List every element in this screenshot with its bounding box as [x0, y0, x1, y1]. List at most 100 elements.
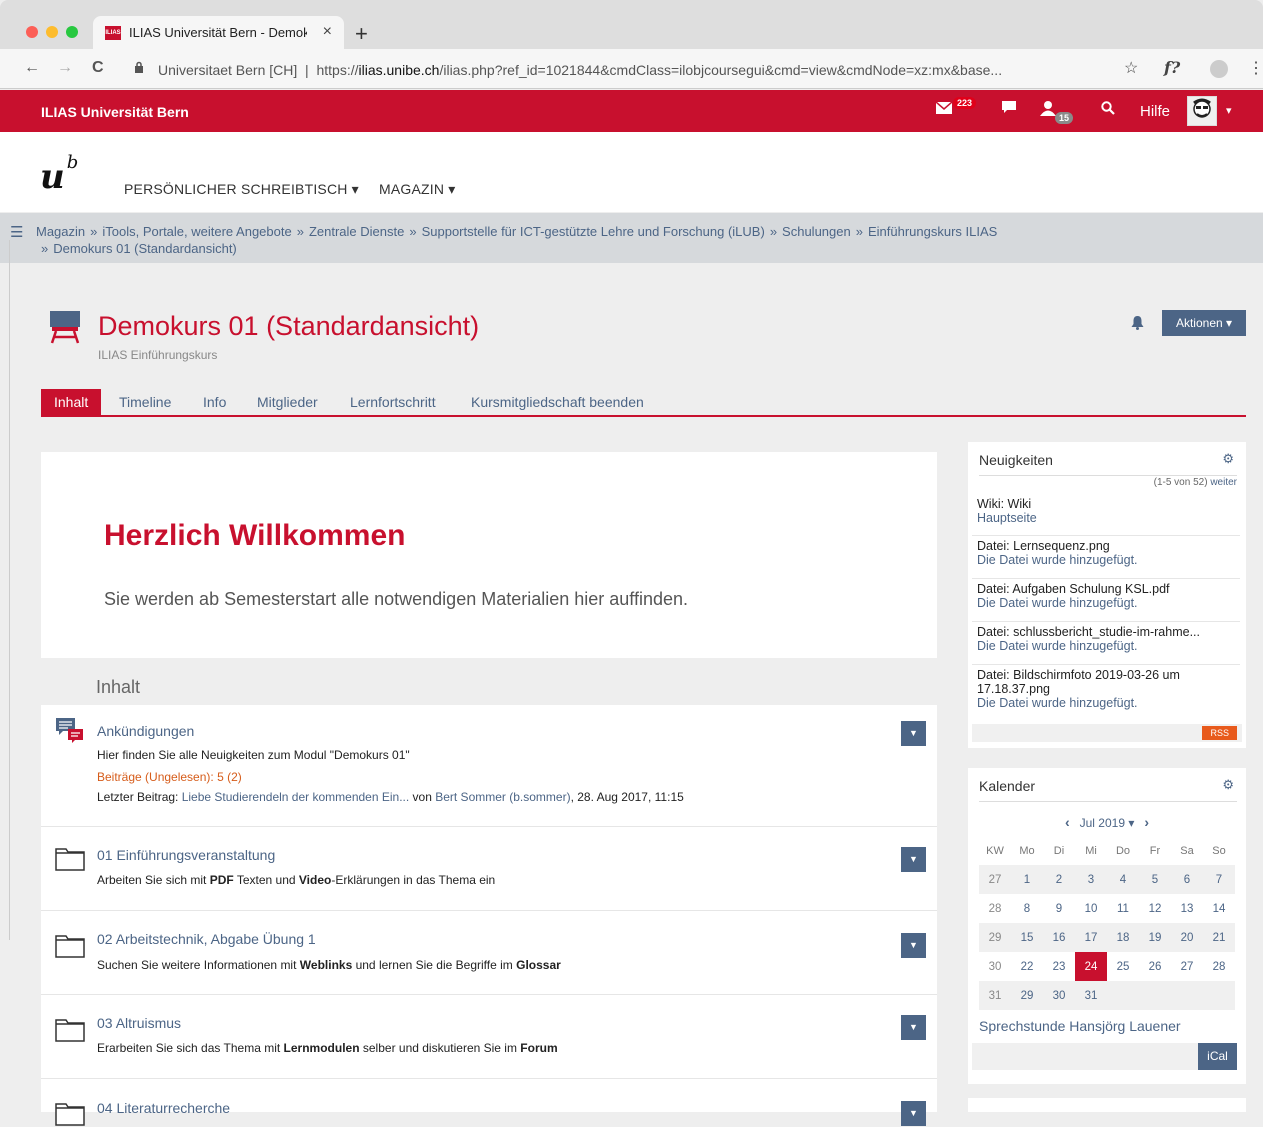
gear-icon[interactable]: ⚙ — [1222, 777, 1234, 793]
calendar-day[interactable]: 5 — [1139, 865, 1171, 894]
calendar-day[interactable]: 15 — [1011, 923, 1043, 952]
calendar-day[interactable]: 1 — [1011, 865, 1043, 894]
reload-icon[interactable]: C — [92, 59, 104, 77]
calendar-day[interactable]: 18 — [1107, 923, 1139, 952]
news-item-text[interactable]: Die Datei wurde hinzugefügt. — [972, 596, 1240, 610]
news-more-link[interactable]: weiter — [1210, 477, 1237, 488]
item-title[interactable]: 02 Arbeitstechnik, Abgabe Übung 1 — [97, 931, 316, 947]
item-actions-button[interactable]: ▼ — [901, 933, 926, 958]
tab-close-icon[interactable]: × — [323, 23, 332, 41]
calendar-day[interactable]: 23 — [1043, 952, 1075, 981]
bookmark-star-icon[interactable]: ☆ — [1124, 58, 1138, 78]
item-title[interactable]: Ankündigungen — [97, 723, 194, 739]
browser-menu-icon[interactable]: ⋮ — [1248, 58, 1263, 78]
calendar-day[interactable]: 29 — [1011, 981, 1043, 1010]
back-icon[interactable]: ← — [24, 59, 40, 77]
nav-personal-desktop[interactable]: PERSÖNLICHER SCHREIBTISCH ▾ — [124, 181, 359, 198]
new-tab-icon[interactable]: + — [355, 21, 368, 47]
item-actions-button[interactable]: ▼ — [901, 847, 926, 872]
calendar-day[interactable]: 11 — [1107, 894, 1139, 923]
tab-kursmitgliedschaft-beenden[interactable]: Kursmitgliedschaft beenden — [458, 389, 657, 415]
last-post-link[interactable]: Liebe Studierendeln der kommenden Ein... — [182, 790, 409, 804]
calendar-day[interactable]: 27 — [1171, 952, 1203, 981]
item-title[interactable]: 03 Altruismus — [97, 1015, 181, 1031]
item-title[interactable]: 04 Literaturrecherche — [97, 1100, 230, 1116]
chevron-left-icon[interactable]: ‹ — [1065, 814, 1070, 830]
item-actions-button[interactable]: ▼ — [901, 721, 926, 746]
breadcrumb-item[interactable]: Supportstelle für ICT-gestützte Lehre un… — [422, 224, 765, 239]
calendar-day[interactable]: 24 — [1075, 952, 1107, 981]
breadcrumb-item[interactable]: Einführungskurs ILIAS — [868, 224, 997, 239]
calendar-day[interactable]: 12 — [1139, 894, 1171, 923]
mail-icon[interactable] — [935, 101, 953, 118]
breadcrumb-item-current[interactable]: Demokurs 01 (Standardansicht) — [53, 241, 237, 256]
news-item-text[interactable]: Die Datei wurde hinzugefügt. — [972, 639, 1240, 653]
tab-mitglieder[interactable]: Mitglieder — [244, 389, 331, 415]
tab-timeline[interactable]: Timeline — [106, 389, 184, 415]
calendar-day[interactable]: 6 — [1171, 865, 1203, 894]
calendar-day[interactable]: 31 — [1075, 981, 1107, 1010]
calendar-day[interactable]: 16 — [1043, 923, 1075, 952]
calendar-day[interactable]: 25 — [1107, 952, 1139, 981]
tab-inhalt[interactable]: Inhalt — [41, 389, 102, 415]
maximize-window-icon[interactable] — [66, 26, 78, 38]
calendar-day[interactable]: 17 — [1075, 923, 1107, 952]
nav-magazin[interactable]: MAGAZIN ▾ — [379, 181, 456, 198]
help-link[interactable]: Hilfe — [1140, 103, 1170, 120]
news-item[interactable]: Datei: schlussbericht_studie-im-rahme...… — [972, 625, 1240, 665]
calendar-day[interactable]: 20 — [1171, 923, 1203, 952]
calendar-day[interactable]: 4 — [1107, 865, 1139, 894]
forward-icon[interactable]: → — [57, 59, 73, 77]
calendar-day[interactable]: 9 — [1043, 894, 1075, 923]
calendar-event-link[interactable]: Sprechstunde Hansjörg Lauener — [979, 1018, 1181, 1034]
user-menu-chevron-icon[interactable]: ▾ — [1226, 104, 1232, 117]
profile-icon[interactable] — [1210, 60, 1228, 78]
calendar-day[interactable]: 13 — [1171, 894, 1203, 923]
avatar[interactable] — [1187, 96, 1217, 126]
gear-icon[interactable]: ⚙ — [1222, 451, 1234, 467]
breadcrumb-item[interactable]: Magazin — [36, 224, 85, 239]
notification-bell-icon[interactable] — [1130, 315, 1145, 330]
actions-dropdown-button[interactable]: Aktionen ▾ — [1162, 310, 1246, 336]
calendar-day[interactable]: 7 — [1203, 865, 1235, 894]
calendar-day[interactable]: 28 — [1203, 952, 1235, 981]
calendar-day[interactable]: 10 — [1075, 894, 1107, 923]
rss-button[interactable]: RSS — [1202, 726, 1237, 740]
url-field[interactable]: Universitaet Bern [CH] | https://ilias.u… — [120, 55, 1120, 83]
calendar-day[interactable]: 21 — [1203, 923, 1235, 952]
calendar-day[interactable]: 3 — [1075, 865, 1107, 894]
news-item[interactable]: Datei: Bildschirmfoto 2019-03-26 um 17.1… — [972, 668, 1240, 723]
unibe-logo[interactable]: ub — [40, 152, 78, 197]
calendar-day[interactable]: 8 — [1011, 894, 1043, 923]
contacts-icon[interactable] — [1040, 101, 1056, 120]
calendar-day[interactable]: 14 — [1203, 894, 1235, 923]
tab-info[interactable]: Info — [190, 389, 239, 415]
site-brand[interactable]: ILIAS Universität Bern — [41, 104, 189, 120]
news-item[interactable]: Datei: Aufgaben Schulung KSL.pdf Die Dat… — [972, 582, 1240, 622]
ical-button[interactable]: iCal — [1198, 1043, 1237, 1070]
breadcrumb-item[interactable]: iTools, Portale, weitere Angebote — [102, 224, 291, 239]
last-post-author[interactable]: Bert Sommer (b.sommer) — [435, 790, 570, 804]
minimize-window-icon[interactable] — [46, 26, 58, 38]
news-item[interactable]: Wiki: Wiki Hauptseite — [972, 497, 1240, 536]
news-item[interactable]: Datei: Lernsequenz.png Die Datei wurde h… — [972, 539, 1240, 579]
breadcrumb-item[interactable]: Schulungen — [782, 224, 851, 239]
browser-tab[interactable]: ILIAS ILIAS Universität Bern - Demok × — [93, 16, 344, 49]
calendar-day[interactable]: 30 — [1043, 981, 1075, 1010]
news-item-text[interactable]: Die Datei wurde hinzugefügt. — [972, 696, 1240, 710]
news-item-text[interactable]: Hauptseite — [972, 511, 1240, 525]
tab-lernfortschritt[interactable]: Lernfortschritt — [337, 389, 449, 415]
tree-view-icon[interactable]: ☰ — [10, 223, 23, 241]
calendar-day[interactable]: 2 — [1043, 865, 1075, 894]
calendar-day[interactable]: 19 — [1139, 923, 1171, 952]
chat-icon[interactable] — [1002, 101, 1016, 118]
close-window-icon[interactable] — [26, 26, 38, 38]
search-icon[interactable] — [1101, 101, 1115, 119]
month-selector[interactable]: Jul 2019 ▾ — [1080, 816, 1135, 830]
breadcrumb-item[interactable]: Zentrale Dienste — [309, 224, 404, 239]
extension-icon[interactable]: f? — [1164, 58, 1180, 77]
item-actions-button[interactable]: ▼ — [901, 1101, 926, 1126]
item-title[interactable]: 01 Einführungsveranstaltung — [97, 847, 275, 863]
calendar-day[interactable]: 22 — [1011, 952, 1043, 981]
item-actions-button[interactable]: ▼ — [901, 1015, 926, 1040]
